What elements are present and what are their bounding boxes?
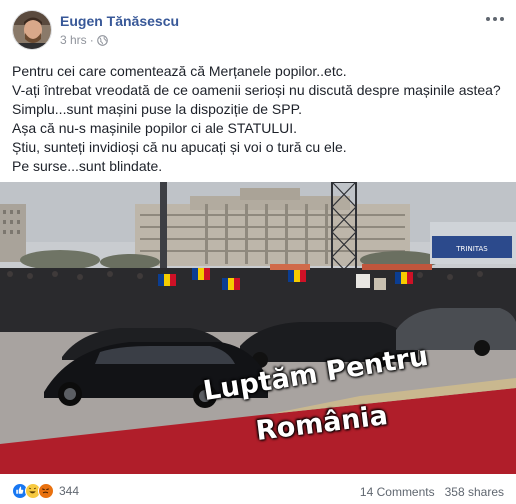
angry-reaction-icon (38, 483, 54, 499)
post-text-line: Știu, sunteți invidioși că nu apucați și… (12, 139, 347, 155)
author-name[interactable]: Eugen Tănăsescu (60, 13, 179, 29)
stage-banner-text: TRINITAS (455, 245, 488, 253)
post-text: Pentru cei care comentează că Merțanele … (12, 62, 508, 176)
shares-count[interactable]: 358 shares (445, 485, 504, 499)
comments-count[interactable]: 14 Comments (360, 485, 435, 499)
post-text-line: Așa că nu-s mașinile popilor ci ale STAT… (12, 120, 298, 136)
post-time[interactable]: 3 hrs (60, 33, 87, 47)
reactions-summary[interactable]: 344 (12, 483, 79, 499)
post-meta: 3 hrs · (60, 33, 108, 47)
author-avatar[interactable] (12, 10, 52, 50)
more-options-icon[interactable] (484, 10, 506, 28)
post-text-line: Pentru cei care comentează că Merțanele … (12, 63, 347, 79)
post-footer: 344 14 Comments 358 shares (0, 474, 516, 504)
post-text-line: Simplu...sunt mașini puse la dispoziție … (12, 101, 303, 117)
globe-icon (96, 34, 108, 46)
post-photo[interactable]: TRINITAS Luptăm Pentru România (0, 182, 516, 474)
post-text-line: Pe surse...sunt blindate. (12, 158, 163, 174)
post-stats: 14 Comments 358 shares (360, 485, 504, 499)
post-header: Eugen Tănăsescu 3 hrs · (0, 0, 516, 56)
meta-separator: · (89, 33, 94, 47)
reaction-count[interactable]: 344 (59, 484, 79, 498)
post-text-line: V-ați întrebat vreodată de ce oamenii se… (12, 82, 501, 98)
